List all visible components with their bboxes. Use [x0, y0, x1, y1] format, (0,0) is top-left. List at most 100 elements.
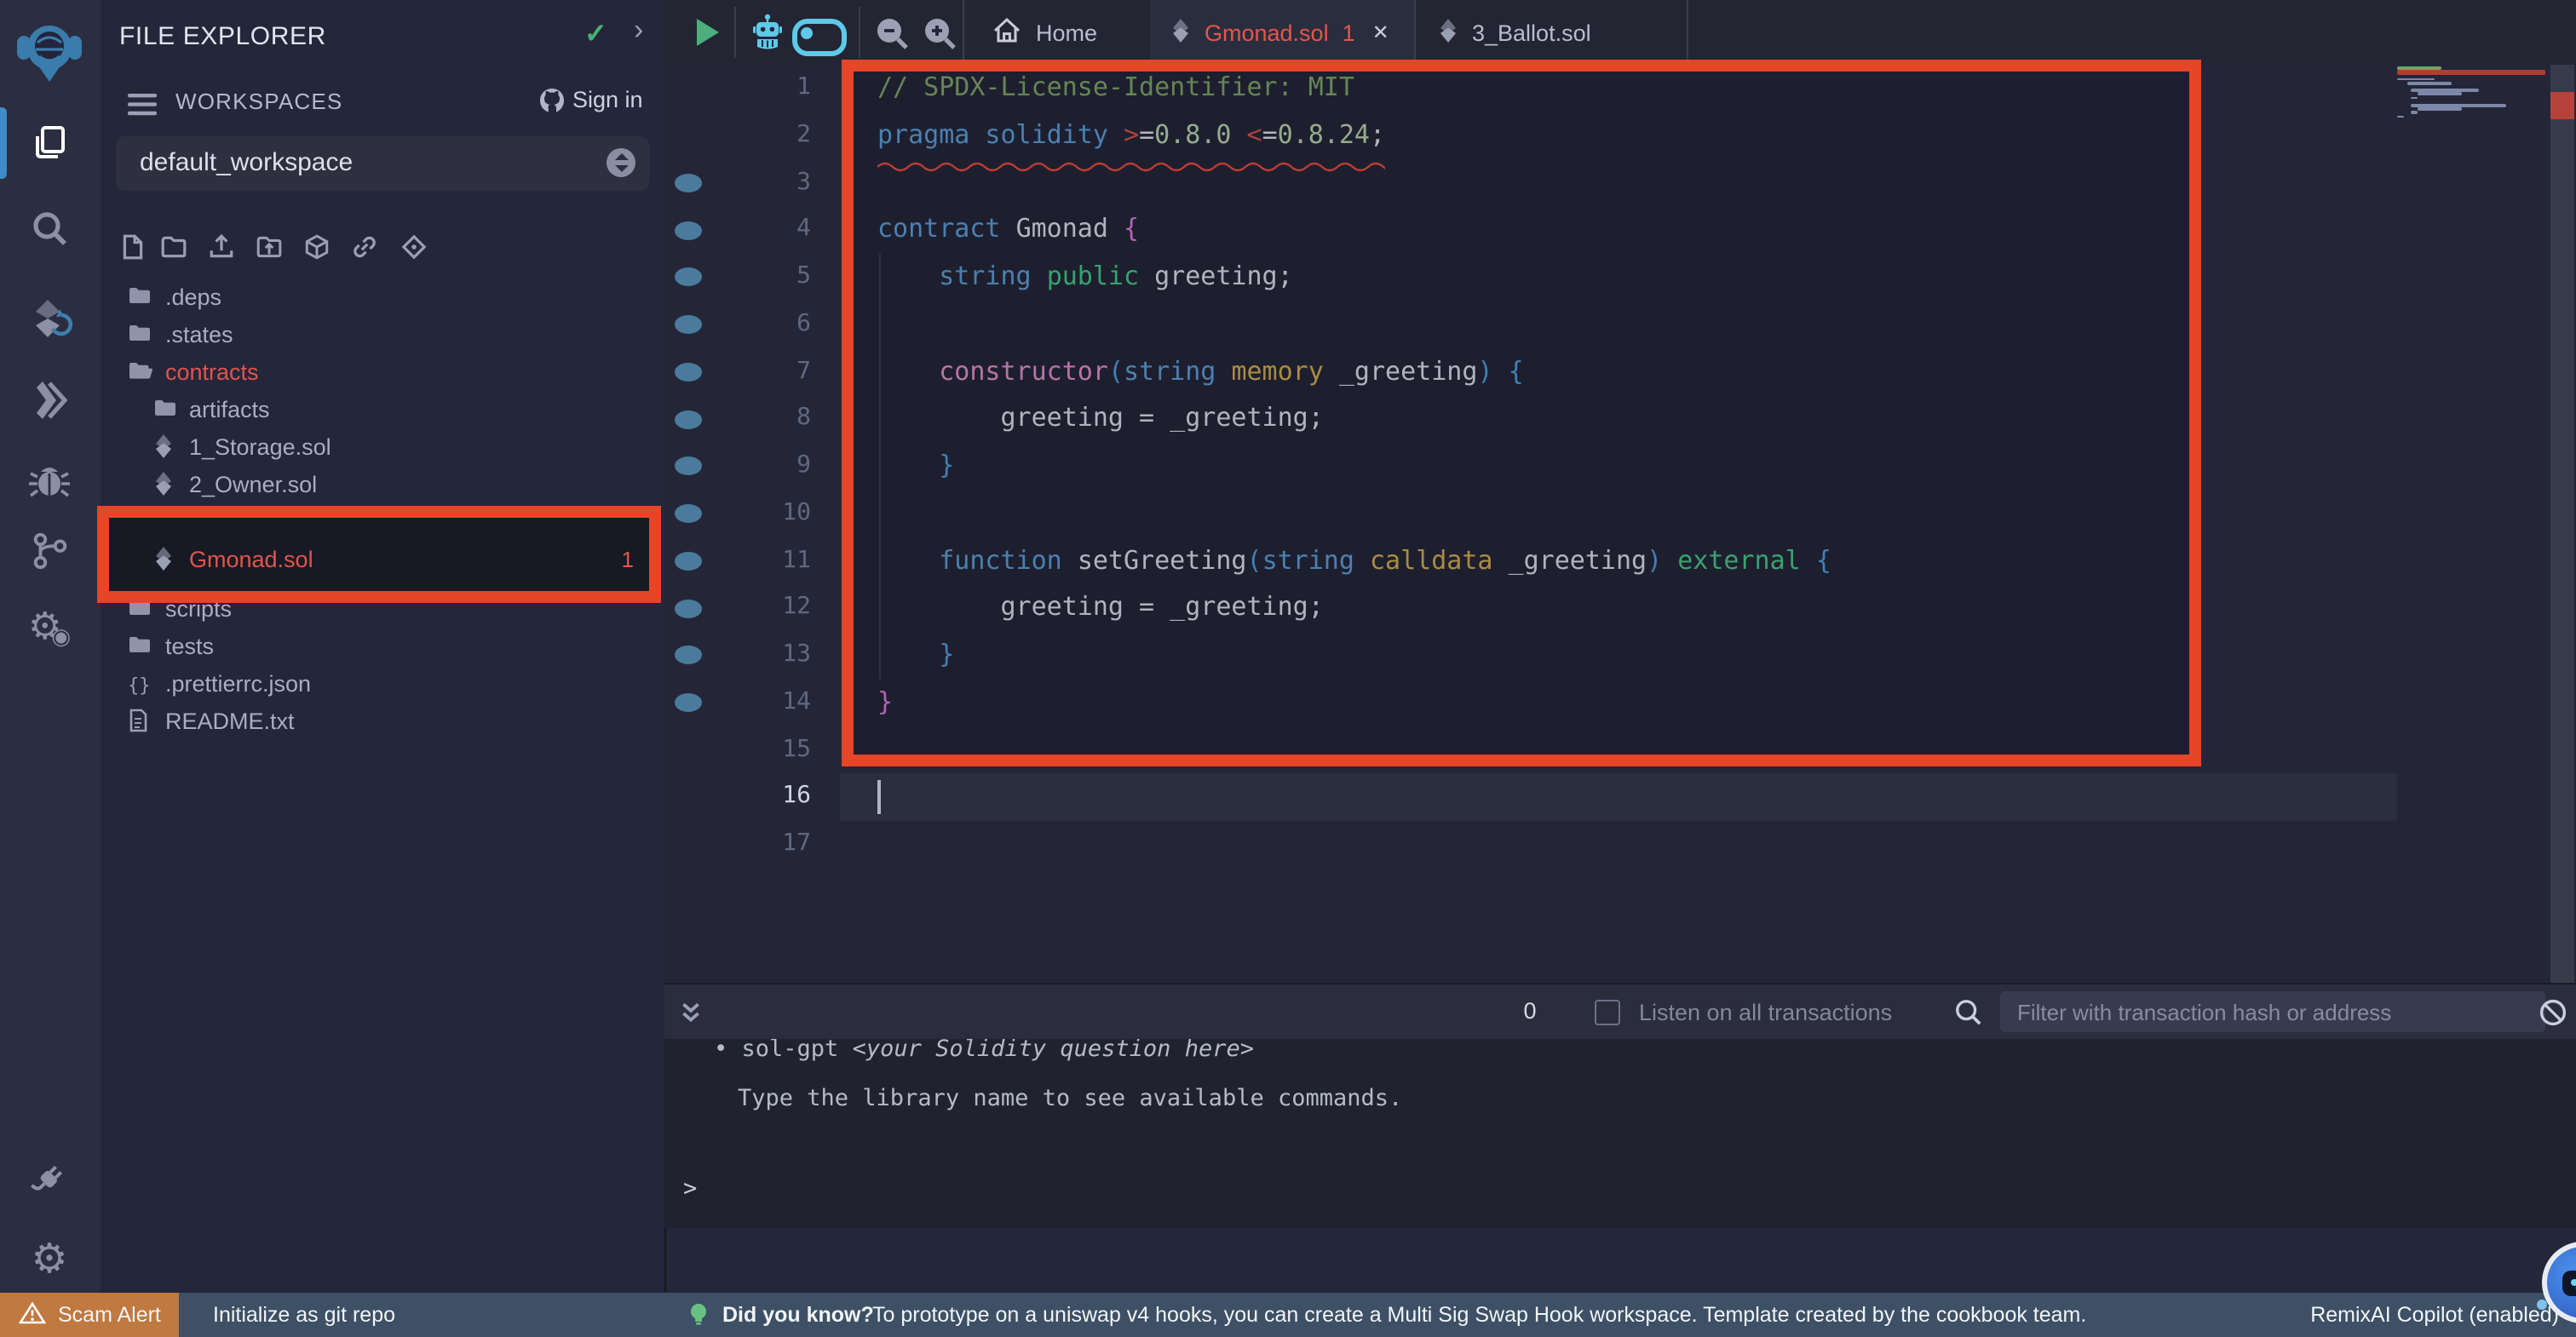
search-icon[interactable]	[24, 203, 75, 254]
terminal-output[interactable]: • sol-gpt <your Solidity question here>T…	[664, 1039, 2576, 1228]
tree-folder-tests[interactable]: tests	[101, 627, 664, 664]
folder-icon	[128, 634, 152, 661]
code-line-14[interactable]: }	[877, 680, 893, 727]
code-line-7[interactable]: constructor(string memory _greeting) {	[877, 348, 1524, 396]
code-line-4[interactable]: contract Gmonad {	[877, 207, 1139, 255]
minimap-line	[2411, 104, 2506, 107]
chevron-right-icon[interactable]: ›	[634, 14, 643, 48]
solidity-compiler-icon[interactable]	[24, 293, 75, 344]
solidity-file-icon	[1438, 18, 1458, 47]
tab-home[interactable]: Home	[963, 0, 1152, 65]
lightbulb-icon	[688, 1301, 709, 1334]
zoom-in-icon[interactable]	[923, 17, 956, 58]
line-number: 14	[664, 680, 811, 727]
code-line-5[interactable]: string public greeting;	[877, 254, 1293, 301]
close-icon[interactable]: ✕	[1372, 20, 1389, 44]
line-number: 7	[664, 348, 811, 396]
code-line-12[interactable]: greeting = _greeting;	[877, 585, 1324, 633]
line-number: 1	[664, 65, 811, 112]
tree-file-readme-txt[interactable]: README.txt	[101, 702, 664, 739]
plugin-manager-icon[interactable]: ⚙◉	[24, 603, 75, 654]
tree-folder-artifacts[interactable]: artifacts	[101, 390, 664, 427]
tab-gmonad-sol[interactable]: Gmonad.sol 1 ✕	[1150, 0, 1416, 65]
git-init-button[interactable]: Initialize as git repo	[213, 1303, 395, 1327]
run-script-icon[interactable]	[697, 19, 719, 46]
upload-file-icon[interactable]	[208, 233, 237, 262]
scrollbar-slider[interactable]	[2550, 65, 2574, 1047]
transaction-filter-input[interactable]	[2000, 991, 2545, 1032]
tree-file-1-storage-sol[interactable]: 1_Storage.sol	[101, 427, 664, 465]
tab-3-ballot-sol[interactable]: 3_Ballot.sol	[1414, 0, 1688, 65]
workspace-selected-value: default_workspace	[140, 148, 353, 177]
expand-terminal-icon[interactable]	[678, 1000, 704, 1034]
copilot-status[interactable]: RemixAI Copilot (enabled)	[2310, 1303, 2559, 1327]
file-label: .deps	[165, 284, 221, 309]
file-label: artifacts	[189, 396, 270, 422]
line-number: 9	[664, 443, 811, 491]
new-folder-icon[interactable]	[160, 233, 189, 262]
tree-folder--states[interactable]: .states	[101, 315, 664, 353]
settings-icon[interactable]: ⚙	[24, 1233, 75, 1284]
minimap-line	[2397, 77, 2435, 81]
line-number: 5	[664, 254, 811, 301]
code-line-8[interactable]: greeting = _greeting;	[877, 396, 1324, 444]
solidity-icon	[153, 434, 174, 463]
tree-file--prettierrc-json[interactable]: {}.prettierrc.json	[101, 664, 664, 702]
file-label: contracts	[165, 359, 259, 384]
zoom-out-icon[interactable]	[876, 17, 908, 58]
code-line-9[interactable]: }	[877, 443, 954, 491]
sign-in-button[interactable]: Sign in	[572, 87, 643, 112]
copilot-toggle[interactable]	[792, 19, 847, 56]
code-line-1[interactable]: // SPDX-License-Identifier: MIT	[877, 65, 1354, 112]
stepper-icon[interactable]	[607, 148, 635, 177]
new-file-icon[interactable]	[119, 233, 148, 262]
clear-console-icon[interactable]	[2539, 998, 2567, 1036]
scam-alert-button[interactable]: Scam Alert	[0, 1293, 179, 1337]
tree-file-2-owner-sol[interactable]: 2_Owner.sol	[101, 465, 664, 502]
workspace-select[interactable]: default_workspace	[116, 136, 649, 191]
tab-label: Gmonad.sol	[1205, 20, 1329, 45]
code-line-13[interactable]: }	[877, 632, 954, 680]
tree-folder-scripts[interactable]: scripts	[101, 589, 664, 627]
file-label: 1_Storage.sol	[189, 433, 331, 459]
link-icon[interactable]	[351, 233, 380, 262]
tab-label: 3_Ballot.sol	[1472, 20, 1591, 45]
solidity-icon	[153, 472, 174, 501]
minimap-line	[2411, 112, 2418, 115]
file-explorer-icon[interactable]	[24, 118, 75, 169]
minimap-line	[2411, 89, 2479, 92]
listen-label[interactable]: Listen on all transactions	[1639, 1000, 1892, 1025]
listen-checkbox[interactable]	[1595, 1000, 1620, 1025]
file-explorer-panel: FILE EXPLORER ✓ › WORKSPACES Sign in def…	[101, 0, 666, 1293]
ai-robot-icon[interactable]	[750, 14, 785, 60]
minimap-line	[2418, 93, 2462, 96]
check-icon[interactable]: ✓	[584, 17, 607, 51]
terminal-prompt[interactable]: >	[683, 1172, 697, 1206]
ipfs-cube-icon[interactable]	[303, 233, 332, 262]
code-line-11[interactable]: function setGreeting(string calldata _gr…	[877, 537, 1831, 585]
scrollbar-error-marker	[2550, 92, 2574, 119]
upload-folder-icon[interactable]	[256, 233, 285, 262]
minimap[interactable]	[2397, 65, 2545, 1047]
git-icon[interactable]	[24, 525, 75, 576]
tree-folder--deps[interactable]: .deps	[101, 278, 664, 315]
hamburger-menu-icon[interactable]	[128, 94, 157, 124]
file-label: scripts	[165, 595, 232, 621]
code-editor[interactable]: 1234567891011121314151617 // SPDX-Licens…	[664, 65, 2576, 1047]
terminal-line: Type the library name to see available c…	[738, 1082, 1402, 1116]
tree-folder-contracts[interactable]: contracts	[101, 353, 664, 390]
clone-icon[interactable]	[400, 233, 429, 262]
deploy-and-run-icon[interactable]	[24, 375, 75, 426]
line-number: 4	[664, 207, 811, 255]
main-area: Home Gmonad.sol 1 ✕ 3_Ballot.sol 1234	[664, 0, 2576, 1293]
icon-sidebar: ⚙◉ ⚙	[0, 0, 102, 1293]
line-number: 8	[664, 396, 811, 444]
editor-scrollbar[interactable]	[2549, 65, 2576, 1047]
folder-icon	[128, 284, 152, 312]
search-icon	[1954, 998, 1983, 1036]
plugin-connector-icon[interactable]	[24, 1153, 75, 1204]
folder-icon	[153, 397, 177, 424]
debugger-icon[interactable]	[24, 453, 75, 504]
remix-logo-icon[interactable]	[12, 14, 87, 89]
tree-file-gmonad-sol[interactable]: Gmonad.sol1	[101, 540, 664, 577]
